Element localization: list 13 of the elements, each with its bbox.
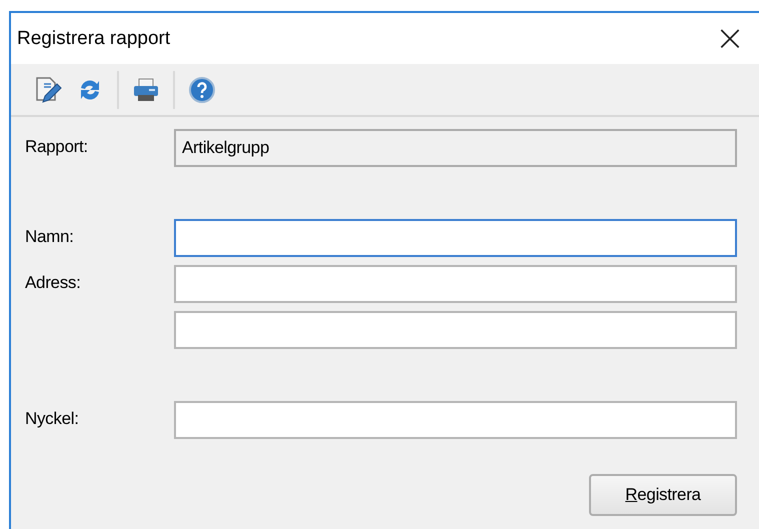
input-field[interactable] bbox=[174, 401, 737, 439]
input-field[interactable] bbox=[174, 265, 737, 303]
window-title: Registrera rapport bbox=[17, 28, 170, 50]
field-label: Namn: bbox=[25, 226, 75, 247]
help-icon bbox=[187, 74, 217, 104]
input-field[interactable] bbox=[174, 219, 737, 257]
input-field[interactable] bbox=[174, 311, 737, 349]
field-label: Nyckel: bbox=[25, 408, 80, 429]
register-button[interactable]: Registrera bbox=[589, 474, 737, 516]
field-label: Adress: bbox=[25, 272, 82, 293]
field-label: Rapport: bbox=[25, 136, 89, 157]
readonly-field: Artikelgrupp bbox=[174, 129, 737, 167]
close-button[interactable]: × bbox=[712, 20, 747, 56]
